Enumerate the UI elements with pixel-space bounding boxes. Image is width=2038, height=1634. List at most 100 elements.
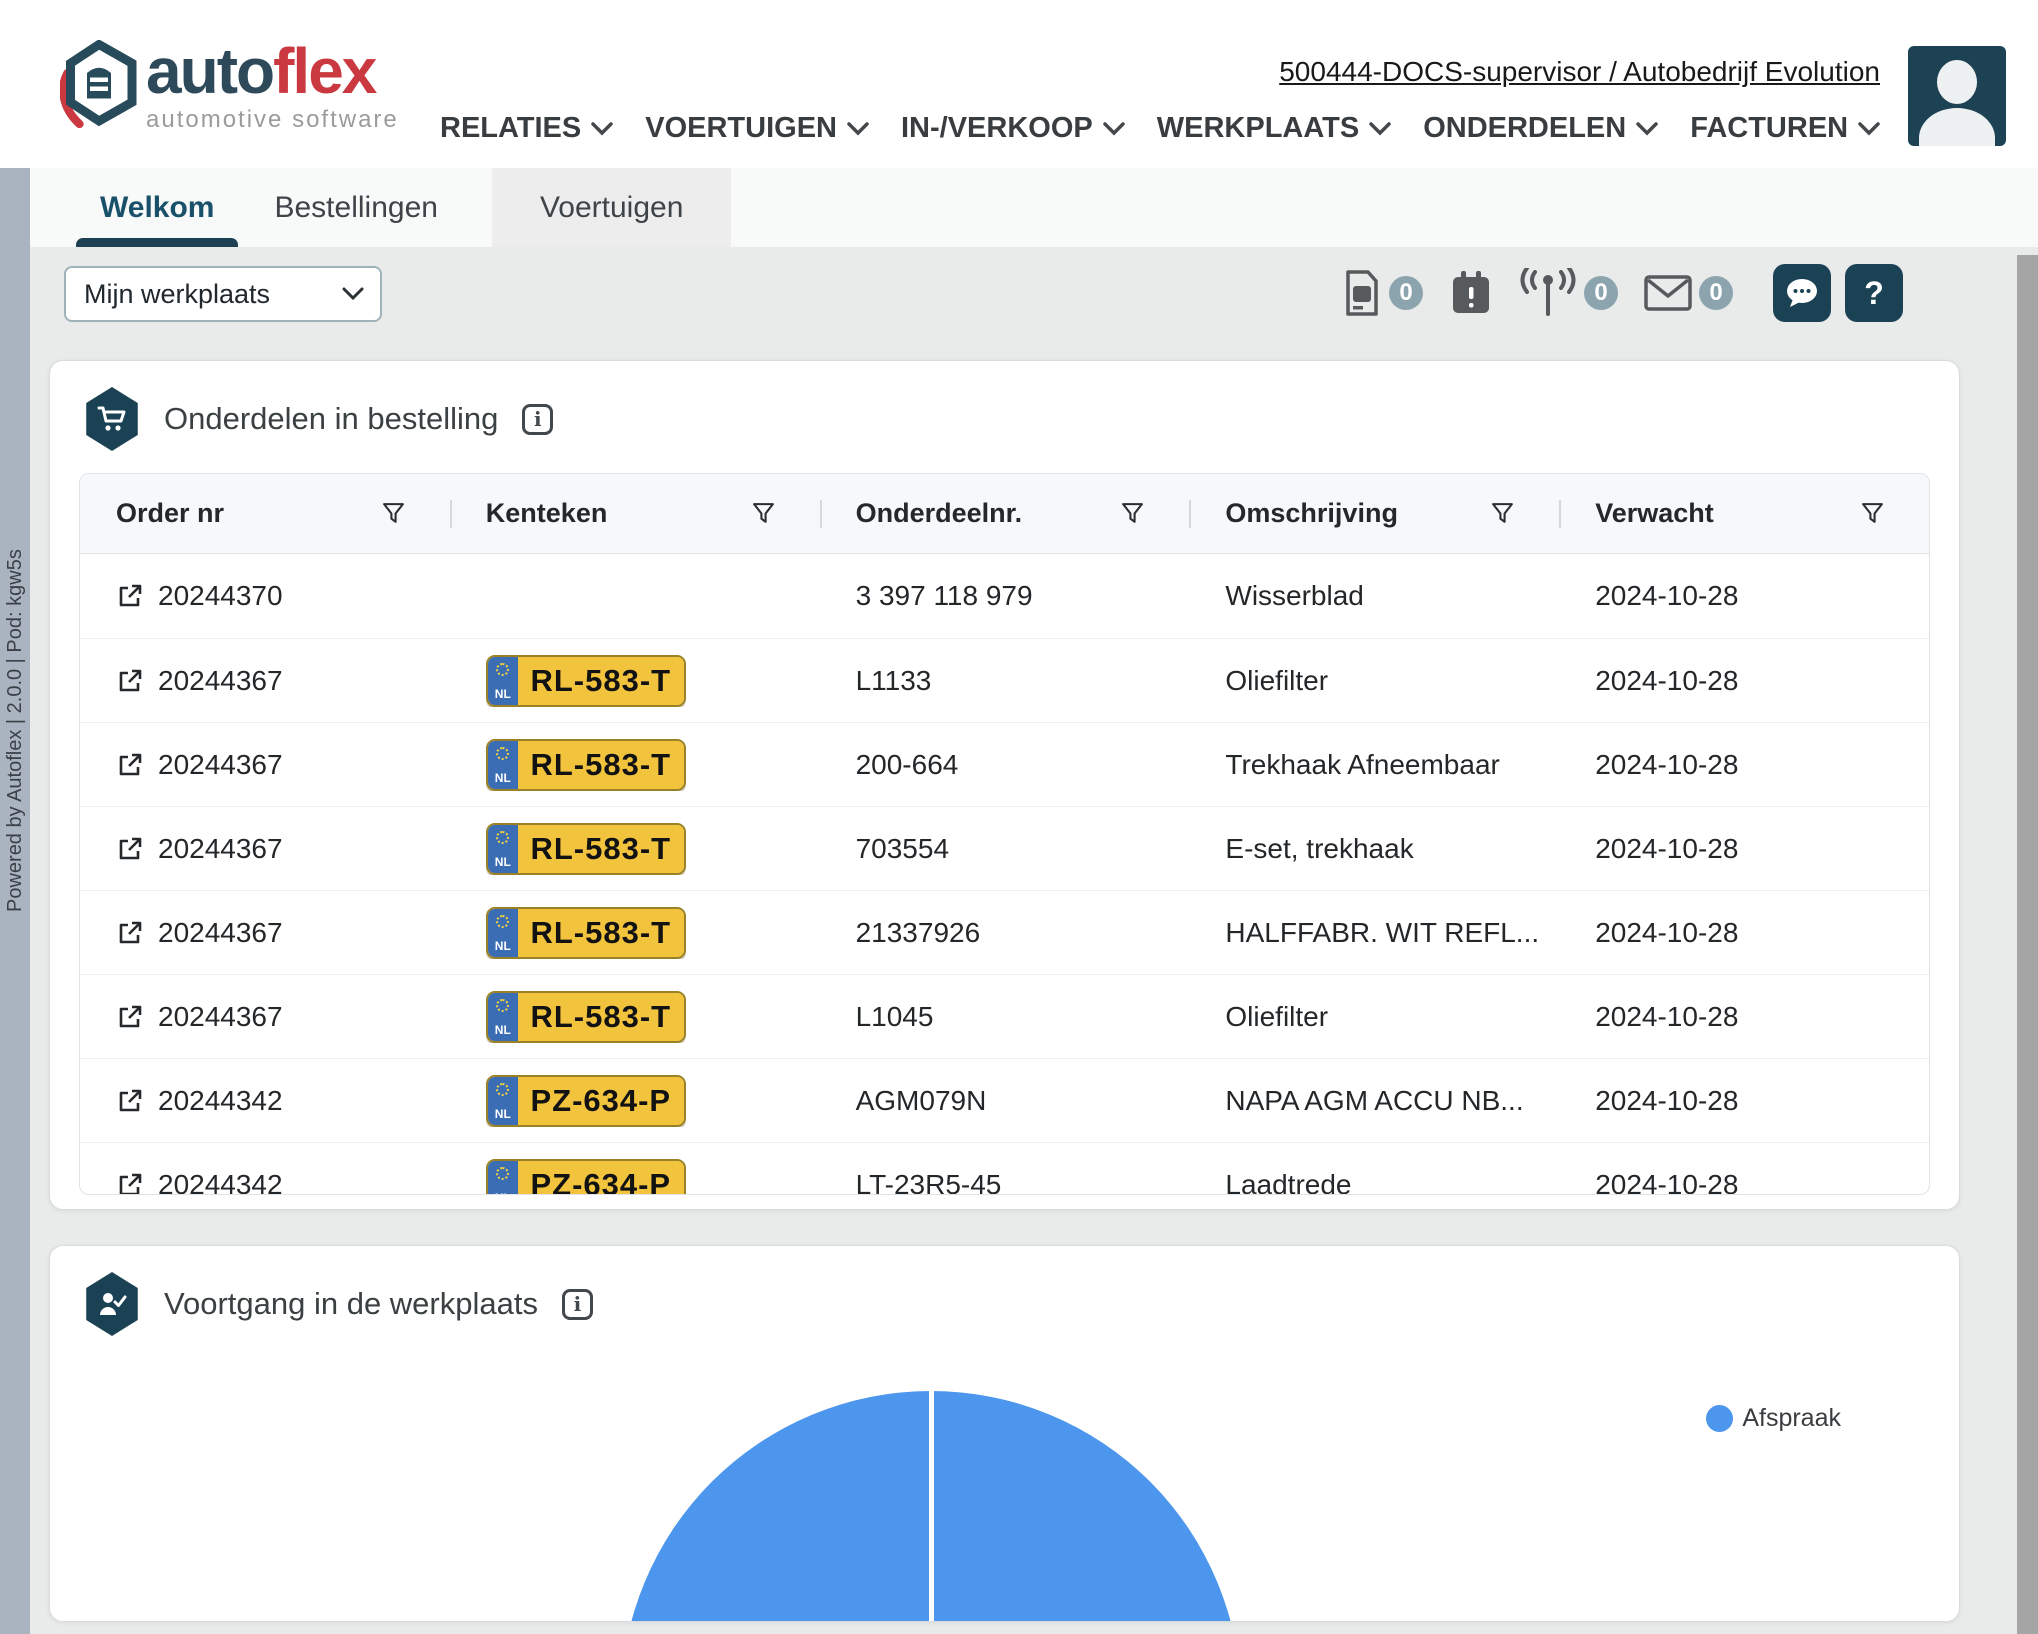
open-order-icon[interactable]	[116, 582, 144, 610]
logo-tagline: automotive software	[146, 106, 399, 134]
nav-facturen[interactable]: FACTUREN	[1690, 112, 1880, 145]
filter-icon[interactable]	[1120, 501, 1145, 526]
pie-slice-divider	[929, 1391, 934, 1622]
open-order-icon[interactable]	[116, 835, 144, 863]
description: Trekhaak Afneembaar	[1189, 749, 1559, 781]
filter-icon[interactable]	[751, 501, 776, 526]
order-number: 20244367	[158, 833, 283, 865]
order-number: 20244367	[158, 1001, 283, 1033]
license-plate: NLRL-583-T	[486, 991, 686, 1043]
eu-strip: NL	[488, 657, 518, 705]
table-row[interactable]: 20244367 NLRL-583-T 21337926 HALFFABR. W…	[80, 890, 1929, 974]
envelope-icon	[1644, 275, 1692, 311]
workshop-select-value: Mijn werkplaats	[84, 279, 270, 310]
mail-indicator[interactable]: 0	[1644, 275, 1733, 311]
table-row[interactable]: 20244367 NLRL-583-T 200-664 Trekhaak Afn…	[80, 722, 1929, 806]
parts-cart-icon	[84, 387, 140, 451]
order-number: 20244342	[158, 1169, 283, 1196]
table-row[interactable]: 20244367 NLRL-583-T L1133 Oliefilter 202…	[80, 638, 1929, 722]
eu-stars-icon	[496, 831, 509, 844]
powered-by-text: Powered by Autoflex | 2.0.0 | Pod: kgw5s	[0, 440, 30, 912]
chevron-down-icon	[342, 287, 364, 301]
signal-badge: 0	[1584, 276, 1618, 310]
table-row[interactable]: 20244370 3 397 118 979 Wisserblad 2024-1…	[80, 554, 1929, 638]
account-link[interactable]: 500444-DOCS-supervisor / Autobedrijf Evo…	[1279, 56, 1880, 88]
table-row-clipped[interactable]: 20244342 NLPZ-634-P LT-23R5-45 Laadtrede…	[80, 1142, 1929, 1195]
col-order-nr: Order nr	[80, 474, 450, 553]
open-order-icon[interactable]	[116, 919, 144, 947]
orders-panel-title: Onderdelen in bestelling	[164, 401, 498, 437]
part-number: LT-23R5-45	[820, 1169, 1190, 1196]
signal-indicator[interactable]: 0	[1519, 268, 1618, 318]
avatar[interactable]	[1908, 46, 2006, 146]
info-icon[interactable]: i	[562, 1289, 593, 1320]
legend-item-afspraak[interactable]: Afspraak	[1706, 1404, 1841, 1433]
person-check-icon	[84, 1272, 140, 1336]
nav-werkplaats[interactable]: WERKPLAATS	[1157, 112, 1391, 145]
expected-date: 2024-10-28	[1559, 1085, 1929, 1117]
col-verwacht: Verwacht	[1559, 474, 1929, 553]
help-button[interactable]: ?	[1845, 264, 1903, 322]
eu-strip: NL	[488, 825, 518, 873]
expected-date: 2024-10-28	[1559, 580, 1929, 612]
open-order-icon[interactable]	[116, 1003, 144, 1031]
open-order-icon[interactable]	[116, 1171, 144, 1196]
orders-panel: Onderdelen in bestelling i Order nr Kent…	[49, 360, 1960, 1210]
description: NAPA AGM ACCU NB...	[1189, 1085, 1559, 1117]
part-number: L1045	[820, 1001, 1190, 1033]
license-plate: NLRL-583-T	[486, 907, 686, 959]
tab-bestellingen[interactable]: Bestellingen	[244, 168, 467, 247]
workshop-select[interactable]: Mijn werkplaats	[64, 266, 382, 322]
chevron-down-icon	[847, 122, 869, 136]
progress-panel-title: Voortgang in de werkplaats	[164, 1286, 538, 1322]
eu-stars-icon	[496, 1167, 509, 1180]
action-buttons: ?	[1773, 264, 1903, 322]
info-icon[interactable]: i	[522, 404, 553, 435]
part-number: 200-664	[820, 749, 1190, 781]
table-row[interactable]: 20244342 NLPZ-634-P AGM079N NAPA AGM ACC…	[80, 1058, 1929, 1142]
documents-indicator[interactable]: 0	[1342, 269, 1423, 317]
avatar-body	[1919, 108, 1995, 146]
part-number: AGM079N	[820, 1085, 1190, 1117]
table-row[interactable]: 20244367 NLRL-583-T L1045 Oliefilter 202…	[80, 974, 1929, 1058]
orders-table-body: 20244370 3 397 118 979 Wisserblad 2024-1…	[80, 554, 1929, 1195]
open-order-icon[interactable]	[116, 667, 144, 695]
vertical-scrollbar[interactable]	[2017, 255, 2038, 1634]
orders-table-header: Order nr Kenteken Onderdeelnr. Omschrijv…	[80, 474, 1929, 554]
eu-stars-icon	[496, 663, 509, 676]
description: Oliefilter	[1189, 1001, 1559, 1033]
eu-stars-icon	[496, 915, 509, 928]
calendar-indicator[interactable]	[1449, 269, 1493, 317]
open-order-icon[interactable]	[116, 751, 144, 779]
expected-date: 2024-10-28	[1559, 665, 1929, 697]
autoflex-logo-icon	[60, 40, 138, 136]
chevron-down-icon	[591, 122, 613, 136]
filter-icon[interactable]	[1860, 501, 1885, 526]
part-number: 21337926	[820, 917, 1190, 949]
license-plate: NLRL-583-T	[486, 739, 686, 791]
col-onderdeelnr: Onderdeelnr.	[820, 474, 1190, 553]
table-row[interactable]: 20244367 NLRL-583-T 703554 E-set, trekha…	[80, 806, 1929, 890]
nav-voertuigen[interactable]: VOERTUIGEN	[645, 112, 869, 145]
filter-icon[interactable]	[381, 501, 406, 526]
order-number: 20244367	[158, 917, 283, 949]
tab-welkom[interactable]: Welkom	[70, 168, 244, 247]
col-omschrijving: Omschrijving	[1189, 474, 1559, 553]
description: Oliefilter	[1189, 665, 1559, 697]
filter-icon[interactable]	[1490, 501, 1515, 526]
nav-relaties[interactable]: RELATIES	[440, 112, 613, 145]
order-number: 20244370	[158, 580, 283, 612]
nav-in-verkoop[interactable]: IN-/VERKOOP	[901, 112, 1125, 145]
expected-date: 2024-10-28	[1559, 1001, 1929, 1033]
description: E-set, trekhaak	[1189, 833, 1559, 865]
chat-button[interactable]	[1773, 264, 1831, 322]
eu-stars-icon	[496, 747, 509, 760]
tab-voertuigen[interactable]: Voertuigen	[492, 168, 731, 247]
powered-by-strip: Powered by Autoflex | 2.0.0 | Pod: kgw5s	[0, 168, 30, 1634]
nav-onderdelen[interactable]: ONDERDELEN	[1423, 112, 1658, 145]
order-number: 20244367	[158, 665, 283, 697]
eu-strip: NL	[488, 1161, 518, 1196]
license-plate: NLPZ-634-P	[486, 1159, 686, 1196]
open-order-icon[interactable]	[116, 1087, 144, 1115]
eu-strip: NL	[488, 909, 518, 957]
